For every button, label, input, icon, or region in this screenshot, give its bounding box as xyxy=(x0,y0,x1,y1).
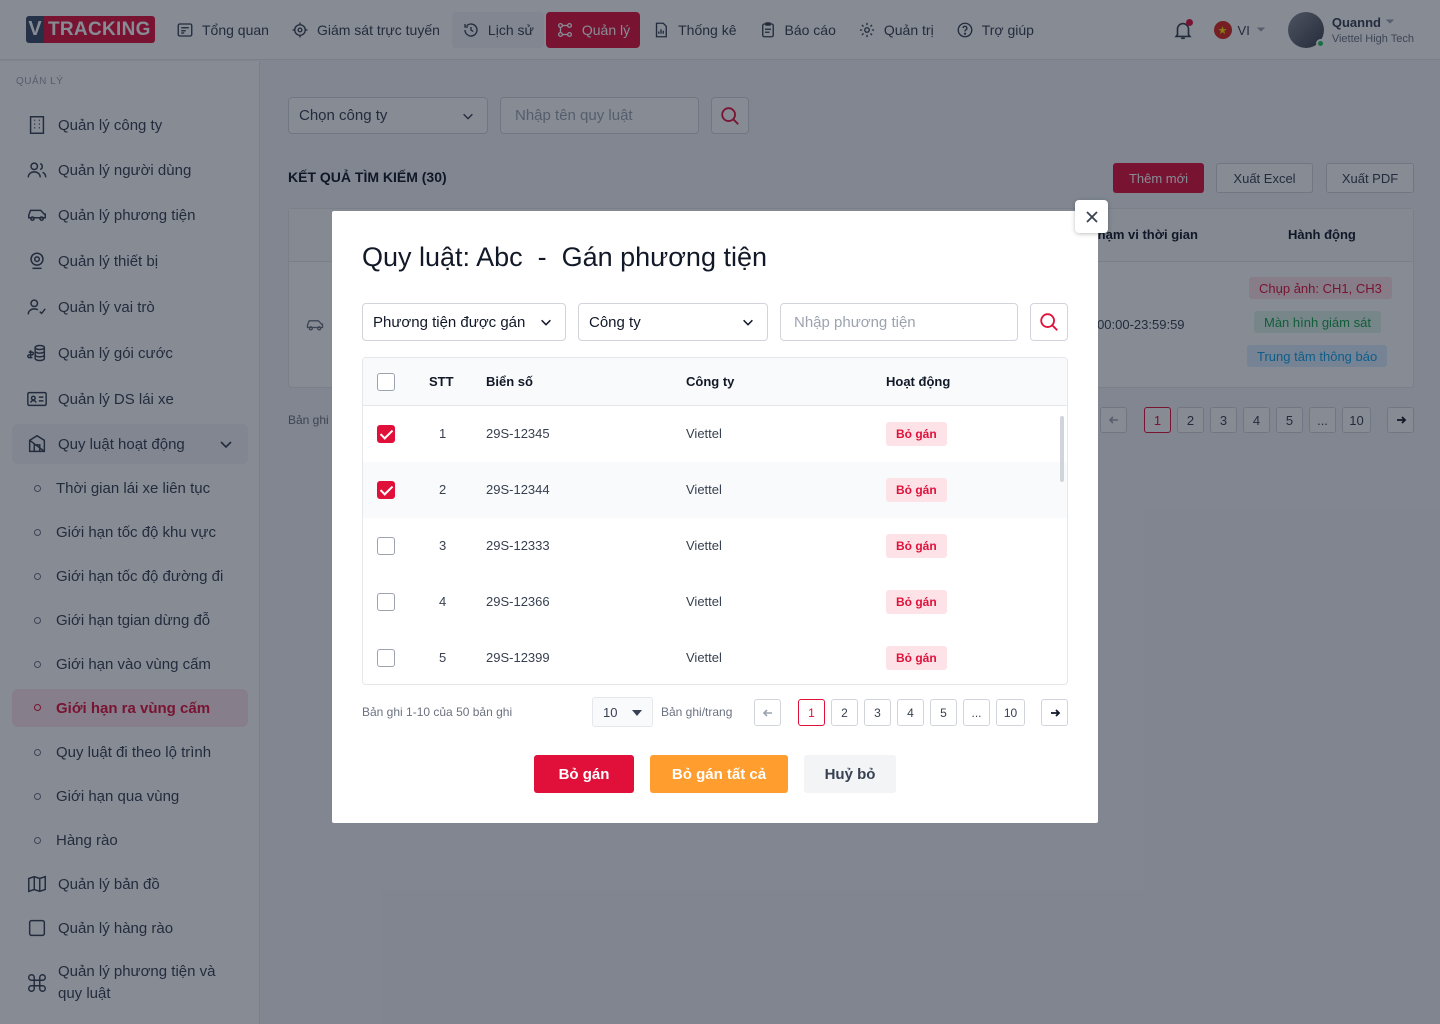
vehicle-table: STT Biển số Công ty Hoạt động 1 29S-1234… xyxy=(362,357,1068,685)
caret-down-icon xyxy=(632,710,642,716)
unassign-row-button[interactable]: Bỏ gán xyxy=(886,422,947,446)
column-header-action: Hoạt động xyxy=(886,374,951,389)
row-checkbox[interactable] xyxy=(377,537,395,555)
assigned-filter-select[interactable]: Phương tiện được gán xyxy=(362,303,566,341)
page-size-value: 10 xyxy=(603,704,618,720)
row-checkbox[interactable] xyxy=(377,649,395,667)
vehicle-search-placeholder: Nhập phương tiện xyxy=(794,313,916,331)
column-header-company: Công ty xyxy=(686,374,735,389)
assign-vehicle-modal: Quy luật: Abc - Gán phương tiện Phương t… xyxy=(332,200,1108,823)
unassign-row-button[interactable]: Bỏ gán xyxy=(886,478,947,502)
page-button[interactable]: 2 xyxy=(831,699,858,726)
row-company: Viettel xyxy=(686,650,722,665)
row-plate: 29S-12366 xyxy=(486,594,550,609)
row-stt: 1 xyxy=(439,426,447,441)
page-size-select[interactable]: 10 xyxy=(592,697,653,727)
table-header: STT Biển số Công ty Hoạt động xyxy=(363,358,1067,406)
table-scrollbar[interactable] xyxy=(1060,416,1064,482)
row-checkbox[interactable] xyxy=(377,593,395,611)
row-company: Viettel xyxy=(686,482,722,497)
assigned-filter-value: Phương tiện được gán xyxy=(373,313,526,331)
record-info: Bản ghi 1-10 của 50 bản ghi xyxy=(362,705,513,719)
page-button[interactable]: 1 xyxy=(798,699,825,726)
chevron-down-icon xyxy=(541,319,551,326)
table-row: 2 29S-12344 Viettel Bỏ gán xyxy=(363,462,1067,518)
close-button[interactable] xyxy=(1075,200,1108,233)
row-stt: 3 xyxy=(439,538,447,553)
company-filter-select[interactable]: Công ty xyxy=(578,303,768,341)
row-stt: 4 xyxy=(439,594,447,609)
unassign-row-button[interactable]: Bỏ gán xyxy=(886,646,947,670)
page-button[interactable]: 3 xyxy=(864,699,891,726)
page-button[interactable]: 5 xyxy=(930,699,957,726)
table-row: 1 29S-12345 Viettel Bỏ gán xyxy=(363,406,1067,462)
page-ellipsis: ... xyxy=(963,699,990,726)
vehicle-search-input[interactable]: Nhập phương tiện xyxy=(780,303,1018,341)
row-plate: 29S-12399 xyxy=(486,650,550,665)
row-checkbox[interactable] xyxy=(377,481,395,499)
arrow-right-icon xyxy=(1050,708,1060,717)
row-plate: 29S-12345 xyxy=(486,426,550,441)
row-checkbox[interactable] xyxy=(377,425,395,443)
row-company: Viettel xyxy=(686,426,722,441)
select-all-checkbox[interactable] xyxy=(377,373,395,391)
unassign-button[interactable]: Bỏ gán xyxy=(534,755,634,793)
prev-page-button[interactable] xyxy=(754,699,781,726)
row-plate: 29S-12344 xyxy=(486,482,550,497)
row-company: Viettel xyxy=(686,594,722,609)
search-icon xyxy=(1040,313,1058,331)
vehicle-search-button[interactable] xyxy=(1030,303,1068,341)
page-button[interactable]: 4 xyxy=(897,699,924,726)
page-size-label: Bản ghi/trang xyxy=(661,705,733,719)
page-button[interactable]: 10 xyxy=(996,699,1025,726)
row-stt: 5 xyxy=(439,650,447,665)
row-plate: 29S-12333 xyxy=(486,538,550,553)
modal-title: Quy luật: Abc - Gán phương tiện xyxy=(362,242,767,272)
table-row: 4 29S-12366 Viettel Bỏ gán xyxy=(363,574,1067,630)
column-header-plate: Biển số xyxy=(486,374,533,389)
table-row: 5 29S-12399 Viettel Bỏ gán xyxy=(363,630,1067,684)
chevron-down-icon xyxy=(743,319,753,326)
close-icon xyxy=(1085,210,1098,223)
unassign-all-button[interactable]: Bỏ gán tất cả xyxy=(650,755,788,793)
table-row: 3 29S-12333 Viettel Bỏ gán xyxy=(363,518,1067,574)
unassign-row-button[interactable]: Bỏ gán xyxy=(886,534,947,558)
row-stt: 2 xyxy=(439,482,447,497)
cancel-button[interactable]: Huỷ bỏ xyxy=(804,755,896,793)
company-filter-value: Công ty xyxy=(589,313,641,331)
next-page-button[interactable] xyxy=(1041,699,1068,726)
arrow-left-icon xyxy=(762,708,772,717)
row-company: Viettel xyxy=(686,538,722,553)
unassign-row-button[interactable]: Bỏ gán xyxy=(886,590,947,614)
column-header-stt: STT xyxy=(429,374,454,389)
